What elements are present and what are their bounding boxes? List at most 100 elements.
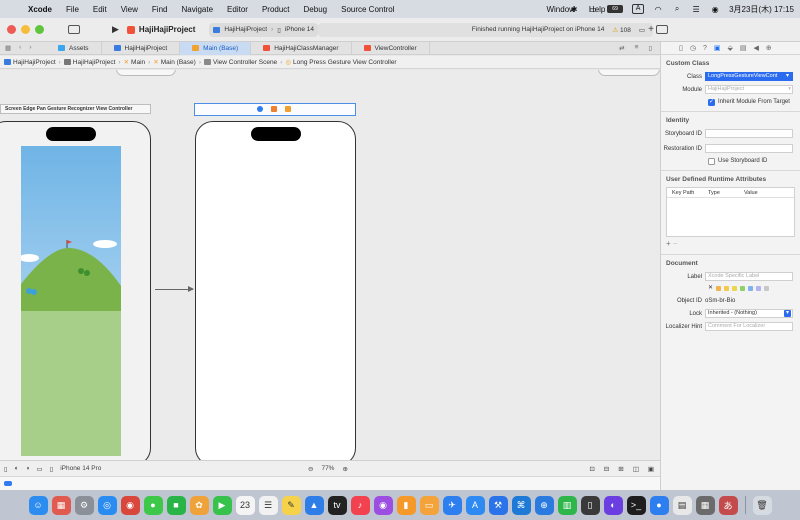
update-frames-icon[interactable]: ⊡ <box>589 465 594 473</box>
forward-icon[interactable]: › <box>29 44 31 52</box>
device-icon[interactable]: ▯ <box>50 465 54 473</box>
add-library-button[interactable]: + <box>648 24 654 35</box>
jumpbar-crumb[interactable]: HajiHajiProject <box>4 59 56 66</box>
messages-icon[interactable]: ● <box>143 495 163 515</box>
appletv-icon[interactable]: tv <box>327 495 347 515</box>
menu-navigate[interactable]: Navigate <box>174 5 220 14</box>
jumpbar-crumb[interactable]: ✕ Main (Base) <box>153 58 196 67</box>
zoom-out-icon[interactable]: ⊖ <box>308 465 313 473</box>
simulator-icon[interactable]: ▯ <box>580 495 600 515</box>
history-inspector-icon[interactable]: ◷ <box>690 44 696 52</box>
terminal-icon[interactable]: >_ <box>626 495 646 515</box>
inherit-module-checkbox[interactable]: ✓ <box>708 98 715 106</box>
first-responder-icon[interactable] <box>271 106 277 112</box>
notes-icon[interactable]: ✎ <box>281 495 301 515</box>
screenshot-icon[interactable]: ▦ <box>695 495 715 515</box>
books-icon[interactable]: ▮ <box>396 495 416 515</box>
menu-debug[interactable]: Debug <box>297 5 335 14</box>
menu-clock[interactable]: 3月23日(木) 17:15 <box>729 4 794 15</box>
color-swatch-green[interactable] <box>740 286 746 291</box>
embed-icon[interactable]: ▣ <box>648 465 654 473</box>
attributes-inspector-icon[interactable]: ⬙ <box>728 44 733 52</box>
localizer-hint-field[interactable]: Comment For Localizer <box>705 322 793 331</box>
color-swatch-gray[interactable] <box>764 286 770 291</box>
input-method-icon[interactable]: A <box>632 4 645 14</box>
orientation-icon[interactable]: ◑ <box>26 465 30 472</box>
pages-icon[interactable]: ▭ <box>419 495 439 515</box>
add-attribute-button[interactable]: + <box>666 239 671 248</box>
battery-icon[interactable]: 69 <box>607 5 624 13</box>
doc-label-field[interactable]: Xcode Specific Label <box>705 272 793 281</box>
zoom-window-button[interactable] <box>35 25 44 34</box>
long-press-phone[interactable] <box>195 121 356 460</box>
color-swatch-yellow[interactable] <box>724 286 730 291</box>
scene-title-left[interactable]: Screen Edge Pan Gesture Recognizer View … <box>0 104 151 114</box>
remove-attribute-button[interactable]: − <box>673 239 678 248</box>
control-center-icon[interactable]: ☰ <box>691 5 701 14</box>
preview-icon[interactable]: ▭ <box>36 465 42 473</box>
chrome-icon[interactable]: ◉ <box>120 495 140 515</box>
jumpbar-crumb[interactable]: View Controller Scene <box>203 59 277 66</box>
color-swatch-blue[interactable] <box>748 286 754 291</box>
keynote-icon[interactable]: ▲ <box>304 495 324 515</box>
minimize-window-button[interactable] <box>21 25 30 34</box>
inspector-toggle-icon[interactable] <box>656 25 668 34</box>
storyboard-canvas[interactable]: Screen Edge Pan Gesture Recognizer View … <box>0 70 660 460</box>
identity-inspector-icon[interactable]: ▣ <box>714 44 721 52</box>
split-editor-icon[interactable]: ▯ <box>648 44 652 52</box>
zoom-icon[interactable]: ● <box>649 495 669 515</box>
run-button[interactable]: ▶ <box>112 24 119 35</box>
warnings-badge[interactable]: ⚠ 108 <box>612 26 631 34</box>
tab-project[interactable]: HajiHajiProject <box>102 41 181 55</box>
related-items-icon[interactable]: ⇄ <box>619 44 624 52</box>
help-inspector-icon[interactable]: ? <box>703 45 707 52</box>
tab-class-manager[interactable]: HajiHajiClassManager <box>251 41 352 55</box>
menu-view[interactable]: View <box>114 5 145 14</box>
segue-arrow[interactable] <box>155 286 194 292</box>
safari-icon[interactable]: ◎ <box>97 495 117 515</box>
menu-source-control[interactable]: Source Control <box>334 5 401 14</box>
menu-app-xcode[interactable]: Xcode <box>26 5 59 14</box>
calendar-icon[interactable]: 23 <box>235 495 255 515</box>
color-swatch-orange[interactable] <box>716 286 722 291</box>
xcode-icon[interactable]: ⚒ <box>488 495 508 515</box>
github-icon[interactable]: ◐ <box>603 495 623 515</box>
restoration-id-field[interactable] <box>705 144 793 153</box>
tab-assets[interactable]: Assets <box>46 41 102 55</box>
exit-icon[interactable] <box>285 106 291 112</box>
view-controller-icon[interactable] <box>257 106 263 112</box>
module-field[interactable]: HajiHajiProject ▾ <box>705 85 793 94</box>
document-outline-icon[interactable]: ▯ <box>4 465 8 473</box>
menu-file[interactable]: File <box>59 5 86 14</box>
lock-popup[interactable]: Inherited - (Nothing) <box>705 309 793 318</box>
menu-product[interactable]: Product <box>255 5 297 14</box>
connections-inspector-icon[interactable]: ◀ <box>754 44 759 52</box>
spotlight-icon[interactable]: ⌕ <box>672 4 682 14</box>
clear-color-icon[interactable]: ✕ <box>708 285 713 291</box>
use-storyboard-checkbox[interactable] <box>708 157 715 165</box>
system-settings-icon[interactable]: ⚙ <box>74 495 94 515</box>
scheme-selector[interactable]: HajiHajiProject › ▯ iPhone 14 <box>209 22 319 37</box>
music-icon[interactable]: ♪ <box>350 495 370 515</box>
preview-icon[interactable]: ▤ <box>672 495 692 515</box>
jumpbar-crumb[interactable]: HajiHajiProject <box>63 59 115 66</box>
menu-editor[interactable]: Editor <box>220 5 255 14</box>
appearance-icon[interactable]: ◐ <box>15 465 19 472</box>
class-field[interactable]: LongPressGestureViewCont <box>705 72 793 81</box>
menu-find[interactable]: Find <box>145 5 175 14</box>
wifi-icon[interactable]: ◠ <box>653 5 663 14</box>
screen-edge-phone[interactable] <box>0 121 151 460</box>
size-inspector-icon[interactable]: ▤ <box>740 44 747 52</box>
resolve-issues-icon[interactable]: ◫ <box>633 465 639 473</box>
build-icon[interactable]: ▭ <box>639 26 645 34</box>
tab-main-storyboard[interactable]: Main (Base) <box>180 41 252 55</box>
runtime-attrs-table[interactable]: Key Path Type Value <box>666 187 795 237</box>
jumpbar-crumb[interactable]: ✕ Main <box>124 58 146 67</box>
siri-icon[interactable]: ◉ <box>710 5 720 14</box>
grid-icon[interactable]: ▦ <box>5 44 11 52</box>
instruments-icon[interactable]: ⊕ <box>534 495 554 515</box>
bluetooth-icon[interactable]: ✱ <box>569 5 579 14</box>
editor-options-icon[interactable]: ≡ <box>635 44 639 52</box>
tab-view-controller[interactable]: ViewController <box>352 41 430 55</box>
screen-icon[interactable]: ▭ <box>588 5 598 14</box>
